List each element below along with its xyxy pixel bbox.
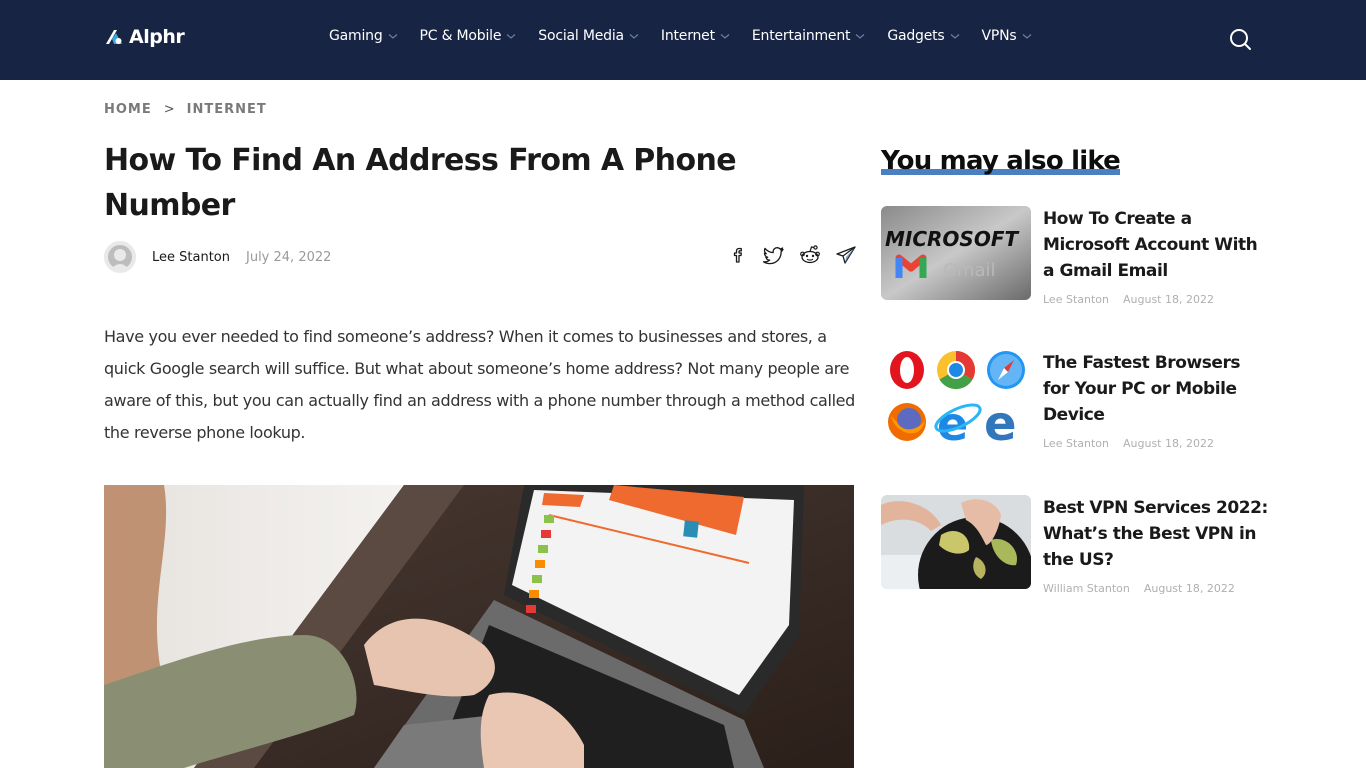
breadcrumb-home[interactable]: HOME (104, 102, 152, 117)
nav-item-social-media[interactable]: Social Media (538, 28, 639, 44)
related-article: e e The Fastest Browsers for Your PC or … (881, 350, 1271, 450)
thumb-text: MICROSOFT (885, 227, 1019, 251)
chevron-down-icon (1022, 31, 1032, 41)
related-author[interactable]: William Stanton (1043, 582, 1130, 595)
related-thumbnail[interactable] (881, 495, 1031, 589)
search-button[interactable] (1228, 27, 1252, 51)
related-title: You may also like (881, 146, 1121, 176)
related-section-heading: You may also like (881, 146, 1121, 176)
related-thumbnail[interactable]: MICROSOFT Gmail (881, 206, 1031, 300)
telegram-icon (836, 246, 856, 264)
logo-text: Alphr (129, 26, 185, 48)
breadcrumb: HOME > INTERNET (104, 102, 267, 117)
chevron-down-icon (388, 31, 398, 41)
publish-date: July 24, 2022 (246, 249, 332, 265)
share-buttons (727, 244, 857, 266)
twitter-icon (763, 247, 784, 265)
author-avatar[interactable] (104, 241, 136, 273)
nav-label: Gaming (329, 28, 383, 44)
edge-glyph: e (984, 396, 1017, 444)
related-author[interactable]: Lee Stanton (1043, 437, 1109, 450)
share-reddit-button[interactable] (799, 244, 821, 266)
share-telegram-button[interactable] (835, 244, 857, 266)
related-thumbnail[interactable]: e e (881, 350, 1031, 444)
article-intro: Have you ever needed to find someone’s a… (104, 327, 855, 442)
related-meta: Lee Stanton August 18, 2022 (1043, 293, 1268, 306)
chevron-down-icon (720, 31, 730, 41)
breadcrumb-separator: > (163, 102, 175, 117)
chevron-down-icon (950, 31, 960, 41)
nav-label: Internet (660, 28, 715, 44)
nav-item-internet[interactable]: Internet (661, 28, 730, 44)
related-date: August 18, 2022 (1123, 437, 1214, 450)
share-twitter-button[interactable] (763, 244, 785, 266)
nav-item-pc-mobile[interactable]: PC & Mobile (420, 28, 517, 44)
related-date: August 18, 2022 (1123, 293, 1214, 306)
related-meta: William Stanton August 18, 2022 (1043, 582, 1268, 595)
related-author[interactable]: Lee Stanton (1043, 293, 1109, 306)
related-article-title[interactable]: How To Create a Microsoft Account With a… (1043, 206, 1268, 284)
ie-glyph: e (937, 397, 968, 444)
nav-item-gadgets[interactable]: Gadgets (887, 28, 959, 44)
chevron-down-icon (855, 31, 865, 41)
related-date: August 18, 2022 (1143, 582, 1235, 595)
reddit-icon (800, 245, 820, 264)
byline: Lee Stanton July 24, 2022 (104, 241, 331, 273)
nav-item-vpns[interactable]: VPNs (982, 28, 1032, 44)
share-facebook-button[interactable] (727, 244, 749, 266)
related-article-title[interactable]: Best VPN Services 2022: What’s the Best … (1043, 495, 1268, 573)
chevron-down-icon (506, 31, 516, 41)
nav-label: PC & Mobile (419, 28, 502, 44)
thumb-subtext: Gmail (943, 260, 996, 281)
chevron-down-icon (629, 31, 639, 41)
breadcrumb-internet[interactable]: INTERNET (187, 102, 267, 117)
user-icon (104, 241, 136, 273)
related-meta: Lee Stanton August 18, 2022 (1043, 437, 1268, 450)
article-title: How To Find An Address From A Phone Numb… (104, 143, 737, 223)
alphr-logo-icon (104, 27, 124, 47)
laptop-photo-illustration (104, 485, 854, 768)
microsoft-gmail-thumbnail: MICROSOFT Gmail (881, 206, 1031, 300)
related-article-title[interactable]: The Fastest Browsers for Your PC or Mobi… (1043, 350, 1268, 428)
nav-label: VPNs (981, 28, 1017, 44)
globe-thumbnail (881, 495, 1031, 589)
search-icon (1230, 29, 1251, 50)
site-header: Alphr Gaming PC & Mobile Social Media In… (0, 0, 1366, 80)
browsers-thumbnail: e e (881, 350, 1031, 444)
author-name[interactable]: Lee Stanton (152, 250, 230, 265)
site-logo[interactable]: Alphr (104, 26, 185, 48)
nav-item-entertainment[interactable]: Entertainment (752, 28, 865, 44)
nav-label: Gadgets (887, 28, 945, 44)
nav-label: Social Media (538, 28, 624, 44)
nav-item-gaming[interactable]: Gaming (329, 28, 398, 44)
related-article: Best VPN Services 2022: What’s the Best … (881, 495, 1271, 595)
facebook-icon (733, 247, 742, 263)
related-article: MICROSOFT Gmail How To Create a Microsof… (881, 206, 1271, 306)
nav-label: Entertainment (751, 28, 851, 44)
hero-image (104, 485, 854, 768)
main-nav: Gaming PC & Mobile Social Media Internet… (329, 28, 1054, 44)
